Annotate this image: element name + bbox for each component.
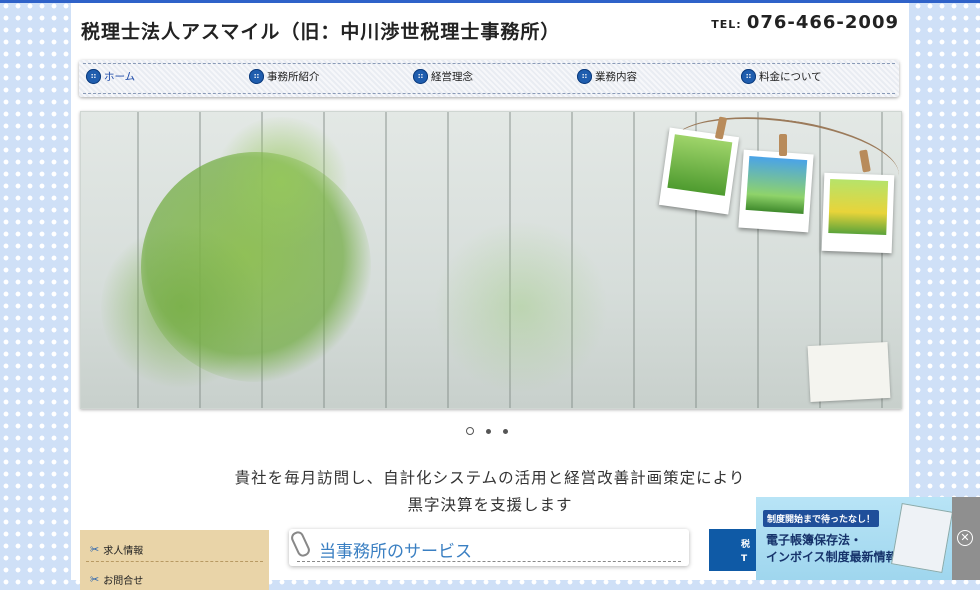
banner-main-text: 電子帳簿保存法・ インボイス制度最新情報	[766, 532, 898, 566]
slider-dot-3[interactable]	[503, 428, 508, 434]
paperclip-icon	[289, 529, 312, 559]
photo-sunflower	[821, 172, 895, 254]
nav-item-label: ホーム	[104, 71, 136, 83]
tree-foliage	[211, 117, 351, 247]
nav-bullet-icon	[741, 69, 756, 84]
photo-sprout	[738, 149, 814, 233]
close-icon[interactable]: ✕	[957, 530, 973, 546]
nav-item-label: 経営理念	[431, 71, 473, 83]
side-item-recruit[interactable]: ✂ 求人情報	[90, 542, 143, 557]
nav-item-label: 業務内容	[595, 71, 637, 83]
tree-foliage	[431, 222, 611, 392]
nav-item-fees[interactable]: 料金について	[741, 69, 822, 84]
banner-line-1: 電子帳簿保存法・	[766, 533, 863, 547]
banner-tag: 制度開始まで待ったなし！	[763, 510, 880, 527]
service-heading-box: 当事務所のサービス	[289, 529, 689, 566]
side-menu: ✂ 求人情報 ✂ お問合せ	[80, 530, 269, 590]
invoice-banner[interactable]: 制度開始まで待ったなし！ 電子帳簿保存法・ インボイス制度最新情報	[756, 497, 952, 580]
tel-label: TEL:	[711, 18, 742, 31]
nav-item-home[interactable]: ホーム	[86, 69, 135, 84]
side-item-label: 求人情報	[103, 546, 144, 557]
clothespin	[779, 134, 787, 156]
banner-line-2: インボイス制度最新情報	[766, 550, 898, 564]
photo-snail	[658, 127, 740, 215]
tel-number[interactable]: 076-466-2009	[747, 12, 899, 33]
tagline-line-1: 貴社を毎月訪問し、自計化システムの活用と経営改善計画策定により	[234, 469, 746, 487]
slider-dot-1[interactable]	[466, 427, 474, 435]
nav-item-philosophy[interactable]: 経営理念	[413, 69, 473, 84]
nav-bullet-icon	[577, 69, 592, 84]
nav-item-services[interactable]: 業務内容	[577, 69, 637, 84]
nav-item-label: 事務所紹介	[267, 71, 320, 83]
page-container: 税理士法人アスマイル（旧：中川渉世税理士事務所） TEL: 076-466-20…	[71, 3, 909, 590]
phone-info: TEL: 076-466-2009	[711, 12, 899, 33]
slider-pagination	[466, 427, 508, 435]
side-divider	[86, 561, 263, 562]
nav-bullet-icon	[413, 69, 428, 84]
slider-dot-2[interactable]	[486, 428, 491, 434]
site-title[interactable]: 税理士法人アスマイル（旧：中川渉世税理士事務所）	[81, 17, 560, 44]
nav-item-office[interactable]: 事務所紹介	[249, 69, 320, 84]
document-illustration-icon	[891, 502, 952, 574]
tree-foliage	[101, 222, 261, 392]
nav-bullet-icon	[249, 69, 264, 84]
hero-slider-image	[80, 111, 902, 409]
service-title: 当事務所のサービス	[319, 542, 472, 562]
banner-close-area: ✕	[952, 497, 980, 580]
paper-note	[807, 341, 891, 403]
nav-bullet-icon	[86, 69, 101, 84]
scissors-icon: ✂	[90, 543, 100, 556]
nav-item-label: 料金について	[759, 71, 822, 83]
main-nav: ホーム 事務所紹介 経営理念 業務内容 料金について	[79, 60, 899, 97]
